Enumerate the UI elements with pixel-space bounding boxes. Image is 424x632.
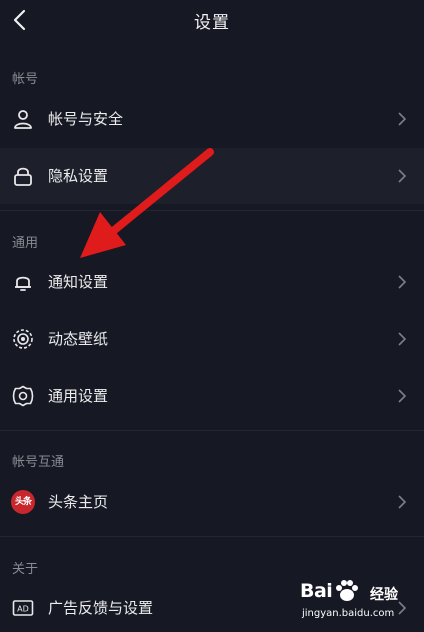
section-divider xyxy=(0,210,424,211)
wallpaper-icon xyxy=(13,329,33,349)
chevron-right-icon xyxy=(398,275,406,289)
watermark-brand: Bai xyxy=(300,580,333,602)
menu-item-notifications[interactable]: 通知设置 xyxy=(0,254,424,310)
section-label-about: 关于 xyxy=(12,562,39,577)
menu-item-label: 头条主页 xyxy=(48,493,109,511)
bell-icon xyxy=(15,276,31,291)
paw-icon xyxy=(336,580,358,601)
section-divider xyxy=(0,536,424,537)
menu-item-label: 广告反馈与设置 xyxy=(48,599,154,617)
menu-item-toutiao-homepage[interactable]: 头条 头条主页 xyxy=(0,474,424,530)
menu-item-label: 通知设置 xyxy=(48,273,109,291)
section-label-account-interop: 帐号互通 xyxy=(12,455,65,470)
ad-icon: AD xyxy=(12,600,34,616)
chevron-right-icon xyxy=(398,389,406,403)
watermark-url: jingyan.baidu.com xyxy=(302,608,395,619)
menu-item-label: 通用设置 xyxy=(48,387,109,405)
chevron-right-icon xyxy=(398,495,406,509)
user-icon xyxy=(14,110,32,129)
section-divider xyxy=(0,430,424,431)
gear-icon xyxy=(12,385,34,407)
svg-text:AD: AD xyxy=(17,605,29,614)
header-bar: 设置 xyxy=(0,0,424,40)
menu-item-general-settings[interactable]: 通用设置 xyxy=(0,368,424,424)
chevron-right-icon xyxy=(398,169,406,183)
section-label-general: 通用 xyxy=(12,236,39,251)
section-label-account: 帐号 xyxy=(12,72,39,87)
lock-icon xyxy=(14,167,32,186)
page-title: 设置 xyxy=(194,13,230,33)
baidu-jingyan-watermark: Bai 经验 jingyan.baidu.com xyxy=(298,578,416,628)
chevron-right-icon xyxy=(398,332,406,346)
menu-item-account-security[interactable]: 帐号与安全 xyxy=(0,91,424,147)
menu-item-privacy[interactable]: 隐私设置 xyxy=(0,148,424,204)
chevron-right-icon xyxy=(398,112,406,126)
menu-item-label: 帐号与安全 xyxy=(48,110,124,128)
watermark-suffix: 经验 xyxy=(370,587,398,603)
menu-item-label: 动态壁纸 xyxy=(48,330,109,348)
menu-item-label: 隐私设置 xyxy=(48,167,109,185)
toutiao-logo-icon: 头条 xyxy=(11,490,35,514)
menu-item-dynamic-wallpaper[interactable]: 动态壁纸 xyxy=(0,311,424,367)
